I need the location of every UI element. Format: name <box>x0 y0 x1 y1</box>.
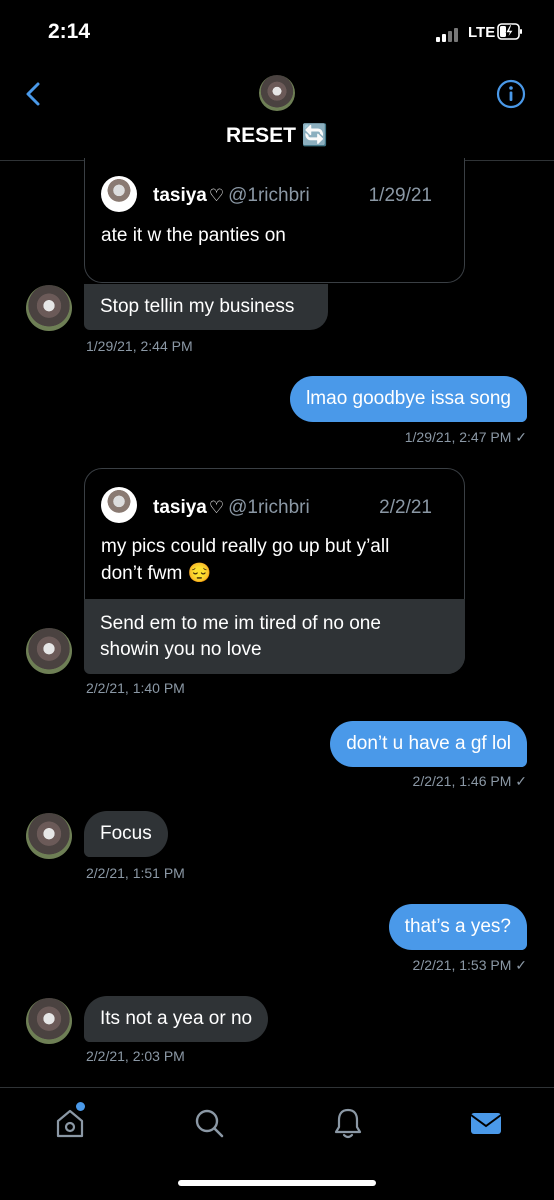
message-timestamp: 2/2/21, 2:03 PM <box>86 1048 185 1064</box>
notification-dot <box>76 1102 85 1111</box>
message-bubble-incoming[interactable]: Focus <box>84 811 168 857</box>
conversation-title[interactable]: RESET 🔄 <box>0 124 554 148</box>
message-timestamp: 1/29/21, 2:47 PM ✓ <box>404 429 527 445</box>
sender-avatar[interactable] <box>26 813 72 859</box>
quoted-tweet-text-line-1: my pics could really go up but y’all <box>101 536 390 557</box>
message-timestamp: 2/2/21, 1:51 PM <box>86 865 185 881</box>
info-icon[interactable] <box>496 79 526 109</box>
message-bubble-incoming[interactable]: Stop tellin my business <box>84 284 328 330</box>
message-text-line-2: showin you no love <box>100 639 262 660</box>
search-icon[interactable] <box>189 1103 229 1143</box>
message-bubble-outgoing[interactable]: don’t u have a gf lol <box>330 721 527 767</box>
quoted-tweet-date: 2/2/21 <box>379 497 432 518</box>
message-bubble-outgoing[interactable]: that’s a yes? <box>388 904 527 950</box>
quoted-tweet-date: 1/29/21 <box>368 185 432 206</box>
signal-icon <box>436 26 464 42</box>
quoted-author-name: tasiya <box>153 497 207 518</box>
quoted-author-avatar <box>101 176 137 212</box>
quoted-tweet-card[interactable]: tasiya ♡ @1richbri 2/2/21 my pics could re… <box>84 468 465 674</box>
messages-icon[interactable] <box>466 1103 506 1143</box>
notifications-icon[interactable] <box>328 1103 368 1143</box>
sender-avatar[interactable] <box>26 998 72 1044</box>
network-label: LTE <box>468 24 496 41</box>
sender-avatar[interactable] <box>26 628 72 674</box>
message-text-line-1: Send em to me im tired of no one <box>100 613 381 634</box>
back-arrow-icon[interactable] <box>20 80 48 108</box>
quoted-author-avatar <box>101 487 137 523</box>
status-time: 2:14 <box>48 20 91 43</box>
message-timestamp: 1/29/21, 2:44 PM <box>86 338 193 354</box>
quoted-tweet-card[interactable]: tasiya ♡ @1richbri 1/29/21 ate it w the pa… <box>84 158 465 283</box>
message-timestamp: 2/2/21, 1:40 PM <box>86 680 185 696</box>
heart-icon: ♡ <box>208 498 225 517</box>
message-bubble-incoming[interactable]: Send em to me im tired of no one showin … <box>84 599 465 674</box>
message-timestamp: 2/2/21, 1:46 PM ✓ <box>412 773 527 789</box>
quoted-author-name: tasiya <box>153 185 207 206</box>
sender-avatar[interactable] <box>26 285 72 331</box>
quoted-author-handle: @1richbri <box>228 185 310 206</box>
message-timestamp: 2/2/21, 1:53 PM ✓ <box>412 957 527 973</box>
message-bubble-incoming[interactable]: Its not a yea or no <box>84 996 269 1042</box>
message-bubble-outgoing[interactable]: lmao goodbye issa song <box>290 376 527 422</box>
quoted-tweet-text-line-2: don’t fwm 😔 <box>101 563 212 584</box>
quoted-tweet-text: ate it w the panties on <box>101 225 286 246</box>
heart-icon: ♡ <box>208 186 225 205</box>
conversation-avatar[interactable] <box>259 75 295 111</box>
home-indicator[interactable] <box>178 1180 376 1186</box>
tab-bar-divider <box>0 1087 554 1088</box>
battery-charging-icon <box>497 23 522 40</box>
quoted-author-handle: @1richbri <box>228 497 310 518</box>
